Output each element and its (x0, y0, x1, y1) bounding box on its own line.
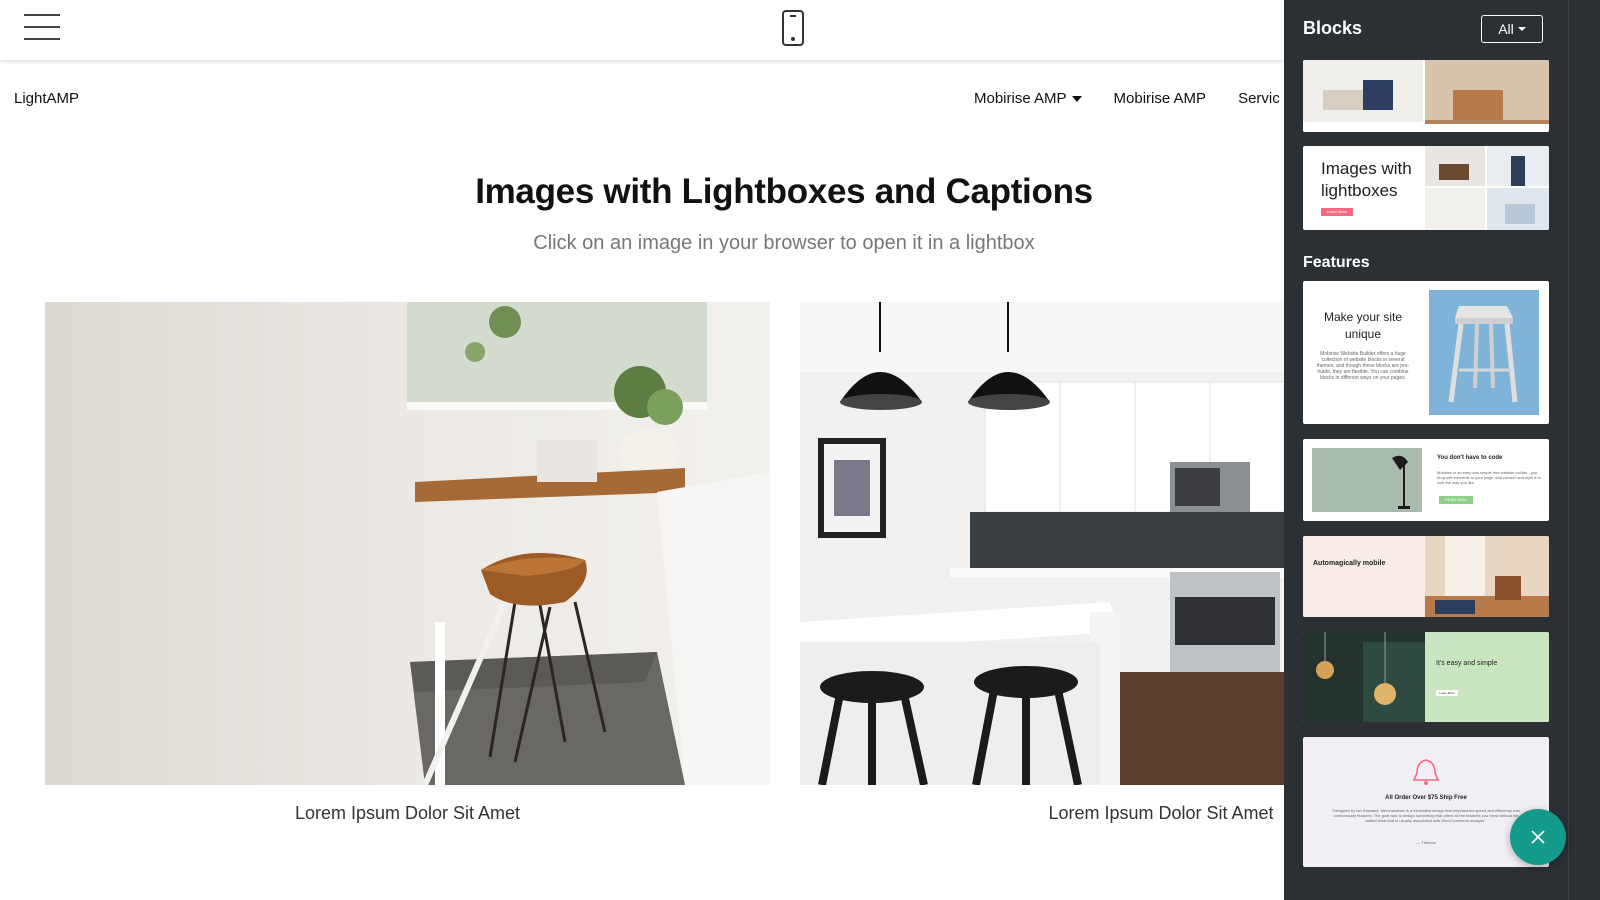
thumb-body: "Designed by Ian Rowland, Merchandiser i… (1331, 808, 1521, 823)
bulb-block-preview (1303, 632, 1425, 722)
thumb-bg (1303, 536, 1425, 617)
thumb-title: Make your site unique (1323, 310, 1403, 341)
blocks-filter-dropdown[interactable]: All (1481, 15, 1543, 43)
room-block-preview (1425, 536, 1549, 617)
page-preview: LightAMP Mobirise AMP Mobirise AMP Servi… (0, 60, 1284, 900)
thumb-bg (1425, 632, 1549, 722)
menu-icon[interactable] (24, 14, 60, 42)
gallery-image-kitchen[interactable] (800, 302, 1284, 785)
section-subtitle: Click on an image in your browser to ope… (533, 232, 1035, 254)
thumb-title: You don't have to code (1437, 455, 1503, 461)
editor-toolbar (0, 0, 1284, 60)
site-nav-links: Mobirise AMP Mobirise AMP Servic (974, 90, 1280, 107)
thumb-button: READ NOW (1439, 496, 1473, 504)
nav-item-mobirise-amp[interactable]: Mobirise AMP (1114, 90, 1207, 107)
site-brand[interactable]: LightAMP (14, 90, 79, 107)
lamp-block-preview (1312, 448, 1422, 512)
block-thumb-no-code[interactable]: You don't have to code Mobirise is an ea… (1303, 439, 1549, 521)
block-thumb-images-lightboxes[interactable]: Images with lightboxes Learn More (1303, 146, 1549, 230)
kitchen-photo (800, 302, 1284, 785)
close-blocks-button[interactable] (1510, 809, 1566, 865)
block-thumb-auto-mobile[interactable]: Automagically mobile (1303, 536, 1549, 617)
stool-photo (45, 302, 770, 785)
filter-label: All (1498, 21, 1514, 37)
close-icon (1531, 830, 1545, 844)
caret-down-icon (1071, 95, 1082, 102)
lightbox-grid-preview (1425, 146, 1549, 230)
stool-block-preview (1429, 290, 1539, 415)
gallery-image-stool[interactable] (45, 302, 770, 785)
thumb-title: Automagically mobile (1313, 560, 1386, 567)
nav-item-mobirise-amp-dropdown[interactable]: Mobirise AMP (974, 90, 1082, 107)
image-caption: Lorem Ipsum Dolor Sit Amet (294, 803, 521, 823)
thumb-button: Learn More (1321, 208, 1353, 216)
bell-icon (1412, 759, 1440, 785)
section-title: Images with Lightboxes and Captions (475, 172, 1093, 211)
thumb-title: Images with lightboxes (1321, 159, 1412, 200)
sidebar-title: Blocks (1303, 18, 1363, 38)
image-caption: Lorem Ipsum Dolor Sit Amet (1048, 803, 1274, 823)
mobile-preview-icon[interactable] (782, 10, 804, 46)
thumb-body: Mobirise Website Builder offers a huge c… (1316, 351, 1410, 381)
block-thumb-make-unique[interactable]: Make your site unique Mobirise Website B… (1303, 281, 1549, 424)
thumb-body: Mobirise is an easy and simple free webs… (1437, 470, 1541, 485)
block-thumb-gallery[interactable] (1303, 60, 1549, 132)
nav-item-services[interactable]: Servic (1238, 90, 1280, 107)
thumb-button: Learn More (1436, 690, 1458, 696)
gallery-block-preview (1303, 60, 1549, 132)
site-navbar: LightAMP Mobirise AMP Mobirise AMP Servi… (0, 60, 1284, 136)
nav-item-label: Mobirise AMP (974, 90, 1067, 107)
sidebar-scrollbar[interactable] (1568, 0, 1600, 900)
sidebar-section-features: Features (1303, 254, 1370, 271)
thumb-title: It's easy and simple (1436, 660, 1498, 667)
editor-window: LightAMP Mobirise AMP Mobirise AMP Servi… (0, 0, 1600, 900)
block-thumb-easy-simple[interactable]: It's easy and simple Learn More (1303, 632, 1549, 722)
blocks-sidebar: Blocks All Images with lightboxes Learn … (1284, 0, 1568, 900)
thumb-title: All Order Over $75 Ship Free (1385, 795, 1467, 801)
caret-down-icon (1517, 27, 1526, 31)
